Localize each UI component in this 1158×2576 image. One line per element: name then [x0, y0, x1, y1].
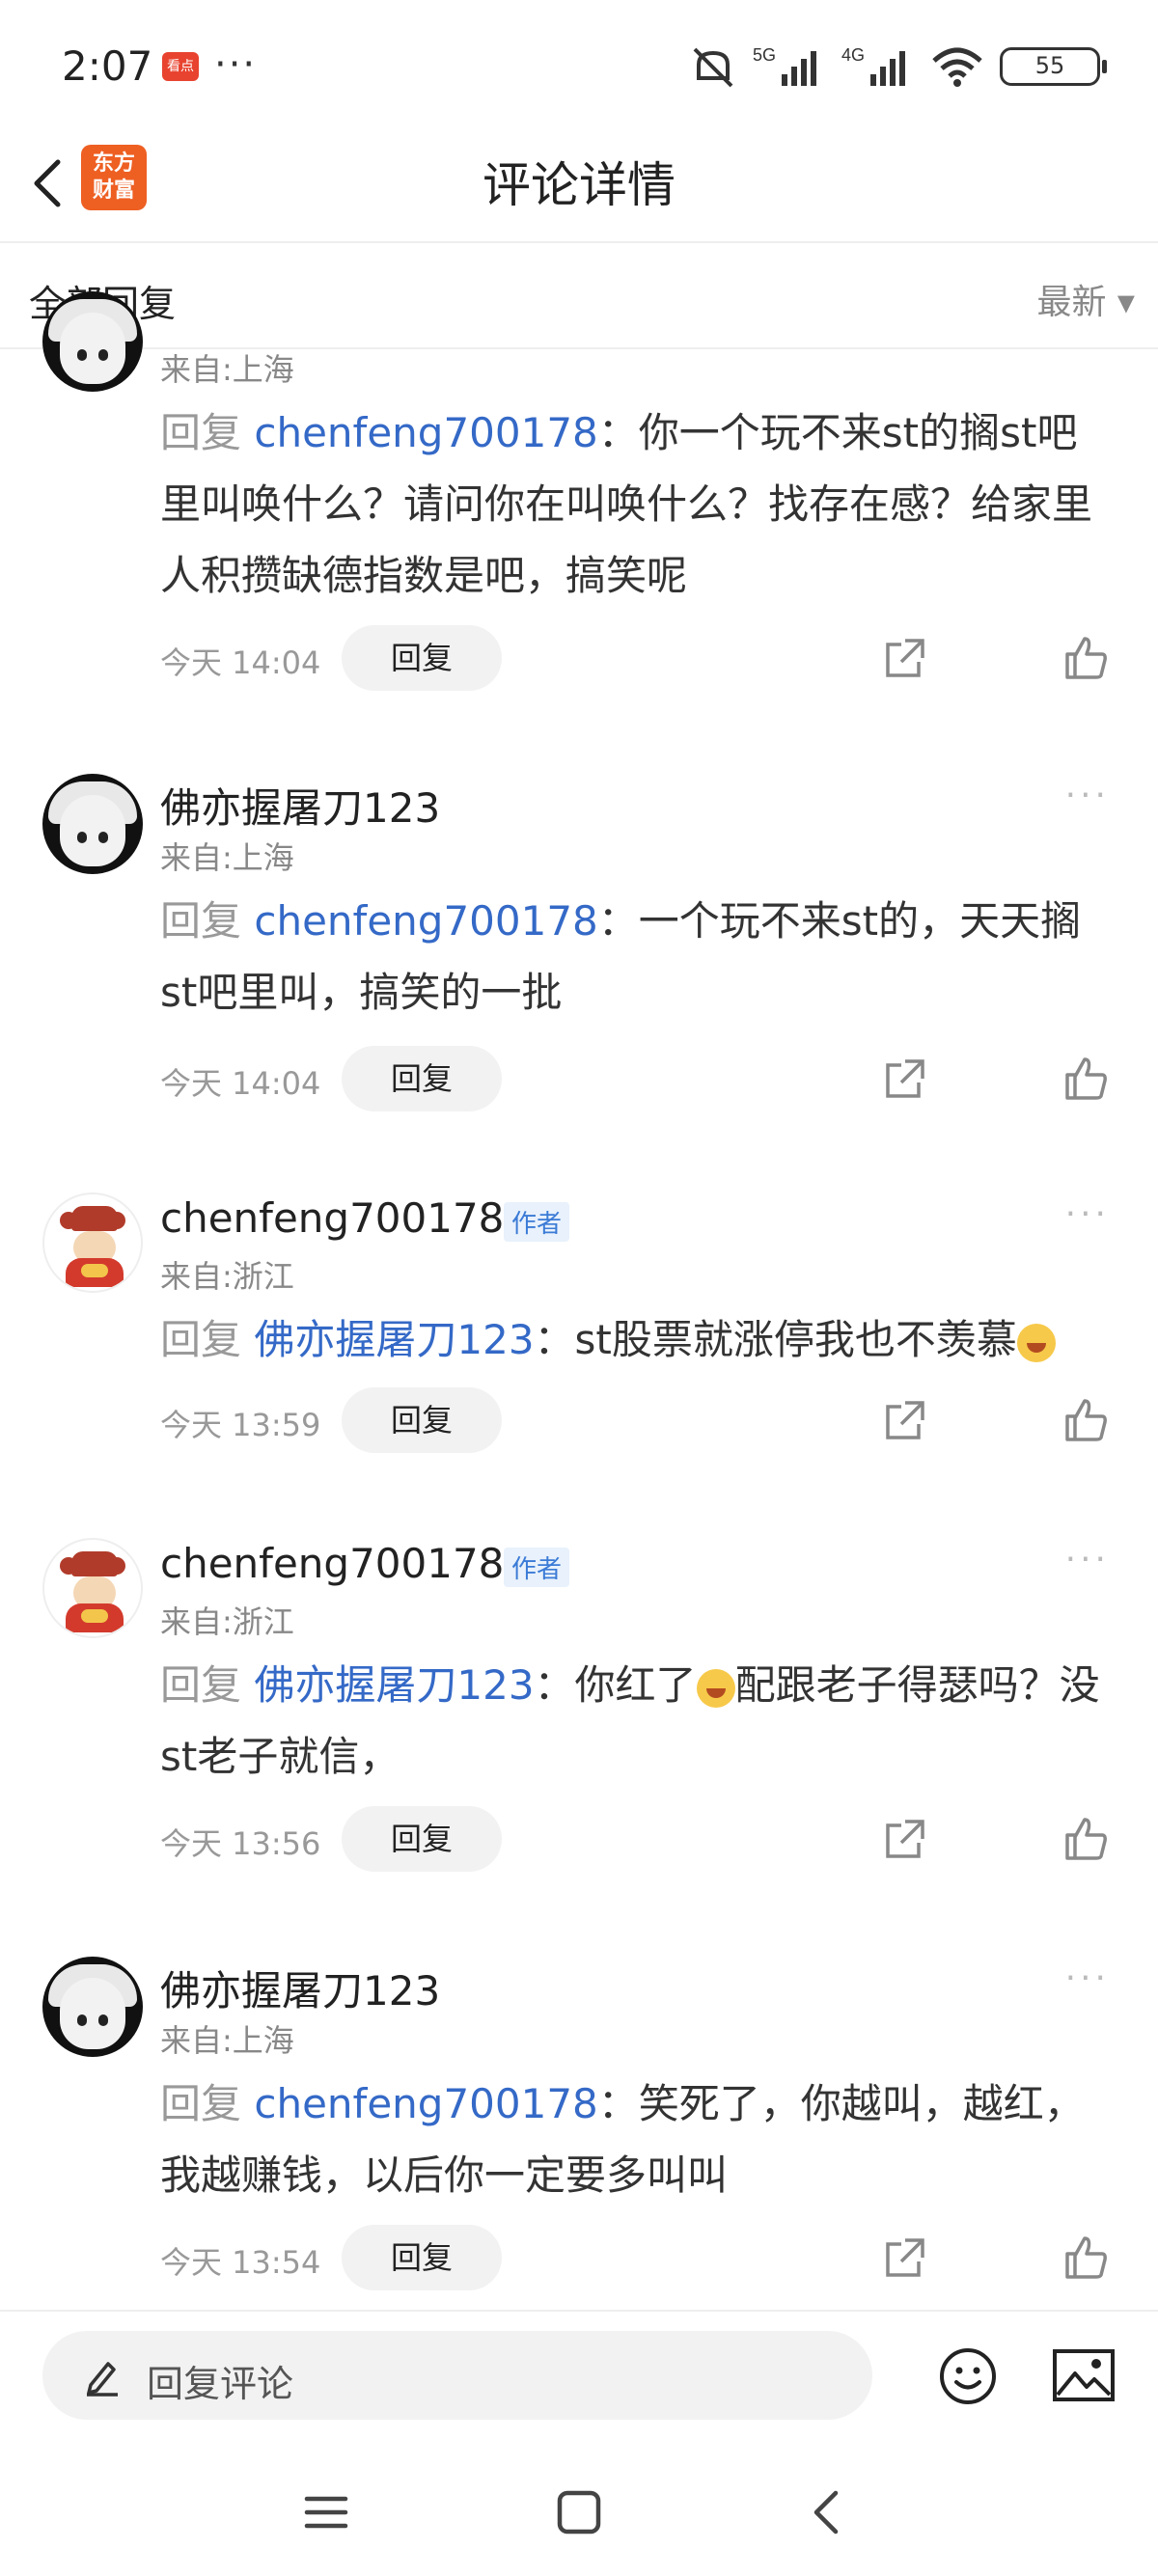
more-options-icon[interactable]: ··· — [1065, 1194, 1110, 1234]
comment-location: 来自:上海 — [160, 2022, 294, 2059]
more-options-icon[interactable]: ··· — [1065, 1540, 1110, 1579]
more-notifications-icon: ··· — [214, 42, 258, 87]
comment-time: 今天 14:04 — [160, 644, 321, 681]
page-title: 评论详情 — [482, 157, 676, 213]
laugh-emoji-icon — [1016, 1323, 1056, 1362]
comment-location: 来自:上海 — [160, 351, 294, 388]
mute-icon — [693, 47, 733, 88]
like-icon[interactable] — [1062, 1816, 1110, 1864]
comment-body: ：st股票就涨停我也不羡慕 — [534, 1316, 1017, 1363]
avatar[interactable] — [42, 1192, 143, 1293]
battery-icon: 55 — [1000, 47, 1107, 86]
signal-4g-label: 4G — [841, 45, 865, 65]
image-icon[interactable] — [1052, 2348, 1116, 2402]
reply-word: 回复 — [160, 1661, 242, 1709]
like-icon[interactable] — [1062, 635, 1110, 683]
comment-time: 今天 13:56 — [160, 1825, 321, 1862]
system-nav-bar — [0, 2447, 1158, 2576]
status-time: 2:07 — [62, 42, 153, 90]
app-notification-icon: 看点 — [162, 52, 199, 81]
reply-word: 回复 — [160, 409, 242, 456]
share-icon[interactable] — [882, 637, 926, 681]
comment-text: 回复 佛亦握屠刀123：st股票就涨停我也不羡慕 — [160, 1304, 1116, 1376]
comment-time: 今天 14:04 — [160, 1065, 321, 1102]
like-icon[interactable] — [1062, 1055, 1110, 1104]
laugh-emoji-icon — [696, 1668, 735, 1708]
comment-text: 回复 chenfeng700178：笑死了，你越叫，越红，我越赚钱，以后你一定要… — [160, 2069, 1116, 2211]
comment-location: 来自:浙江 — [160, 1258, 294, 1295]
avatar[interactable] — [42, 291, 143, 392]
comment-text: 回复 chenfeng700178：一个玩不来st的，天天搁st吧里叫，搞笑的一… — [160, 886, 1116, 1028]
avatar[interactable] — [42, 774, 143, 874]
pencil-icon — [87, 2362, 118, 2397]
reply-input[interactable]: 回复评论 — [42, 2331, 872, 2420]
emoji-icon[interactable] — [938, 2346, 998, 2406]
share-icon[interactable] — [882, 1818, 926, 1862]
share-icon[interactable] — [882, 1057, 926, 1102]
replies-filter-bar: 全部回复 最新 ▾ — [0, 243, 1158, 349]
back-nav-icon[interactable] — [799, 2483, 857, 2541]
more-options-icon[interactable]: ··· — [1065, 776, 1110, 815]
share-icon[interactable] — [882, 1399, 926, 1443]
avatar[interactable] — [42, 1538, 143, 1638]
signal-5g-label: 5G — [753, 45, 776, 65]
author-badge: 作者 — [504, 1548, 570, 1587]
mention-link[interactable]: 佛亦握屠刀123 — [254, 1661, 534, 1709]
mention-link[interactable]: chenfeng700178 — [254, 897, 597, 945]
like-icon[interactable] — [1062, 1397, 1110, 1445]
comment-body: ：你红了 — [534, 1661, 697, 1709]
comment-time: 今天 13:59 — [160, 1407, 321, 1443]
comment-time: 今天 13:54 — [160, 2244, 321, 2281]
battery-level: 55 — [1034, 52, 1065, 79]
comment-location: 来自:上海 — [160, 839, 294, 876]
more-options-icon[interactable]: ··· — [1065, 1959, 1110, 1998]
avatar[interactable] — [42, 1957, 143, 2057]
reply-compose-bar: 回复评论 — [0, 2310, 1158, 2447]
reply-button[interactable]: 回复 — [342, 2225, 502, 2290]
status-bar: 2:07 看点 ··· 5G 4G 55 — [0, 0, 1158, 125]
top-nav-bar: 东方 财富 评论详情 — [0, 125, 1158, 243]
comment-username[interactable]: chenfeng700178 — [160, 1194, 504, 1242]
mention-link[interactable]: chenfeng700178 — [254, 409, 597, 456]
home-icon[interactable] — [550, 2483, 608, 2541]
author-badge: 作者 — [504, 1202, 570, 1242]
reply-button[interactable]: 回复 — [342, 625, 502, 691]
comment-location: 来自:浙江 — [160, 1603, 294, 1640]
comment-item: 佛亦握屠刀123 ··· 来自:上海 回复 chenfeng700178：笑死了… — [0, 1955, 1158, 2302]
reply-word: 回复 — [160, 897, 242, 945]
reply-word: 回复 — [160, 1316, 242, 1363]
mention-link[interactable]: 佛亦握屠刀123 — [254, 1316, 534, 1363]
wifi-icon — [932, 47, 982, 87]
signal-4g-icon: 4G — [841, 45, 905, 86]
status-icons: 5G 4G 55 — [689, 42, 1107, 91]
comment-text: 回复 佛亦握屠刀123：你红了 配跟老子得瑟吗？没st老子就信， — [160, 1650, 1116, 1793]
reply-button[interactable]: 回复 — [342, 1046, 502, 1111]
reply-word: 回复 — [160, 2080, 242, 2127]
sort-dropdown[interactable]: 最新 ▾ — [1036, 274, 1135, 324]
comment-item: chenfeng700178 作者 ··· 来自:浙江 回复 佛亦握屠刀123：… — [0, 1536, 1158, 1883]
reply-input-placeholder: 回复评论 — [147, 2363, 294, 2405]
reply-button[interactable]: 回复 — [342, 1387, 502, 1453]
comment-username[interactable]: chenfeng700178 — [160, 1540, 504, 1587]
menu-icon[interactable] — [297, 2483, 355, 2541]
comment-item: 佛亦握屠刀123 ··· 来自:上海 回复 chenfeng700178：一个玩… — [0, 772, 1158, 1119]
comment-username[interactable]: 佛亦握屠刀123 — [160, 776, 440, 835]
signal-5g-icon: 5G — [753, 45, 816, 86]
comment-item: chenfeng700178 作者 ··· 来自:浙江 回复 佛亦握屠刀123：… — [0, 1191, 1158, 1470]
reply-button[interactable]: 回复 — [342, 1806, 502, 1872]
comment-text: 回复 chenfeng700178：你一个玩不来st的搁st吧里叫唤什么？请问你… — [160, 397, 1116, 612]
mention-link[interactable]: chenfeng700178 — [254, 2080, 597, 2127]
comment-username[interactable]: 佛亦握屠刀123 — [160, 1959, 440, 2017]
comment-item: 来自:上海 回复 chenfeng700178：你一个玩不来st的搁st吧里叫唤… — [0, 291, 1158, 697]
like-icon[interactable] — [1062, 2234, 1110, 2283]
share-icon[interactable] — [882, 2236, 926, 2281]
